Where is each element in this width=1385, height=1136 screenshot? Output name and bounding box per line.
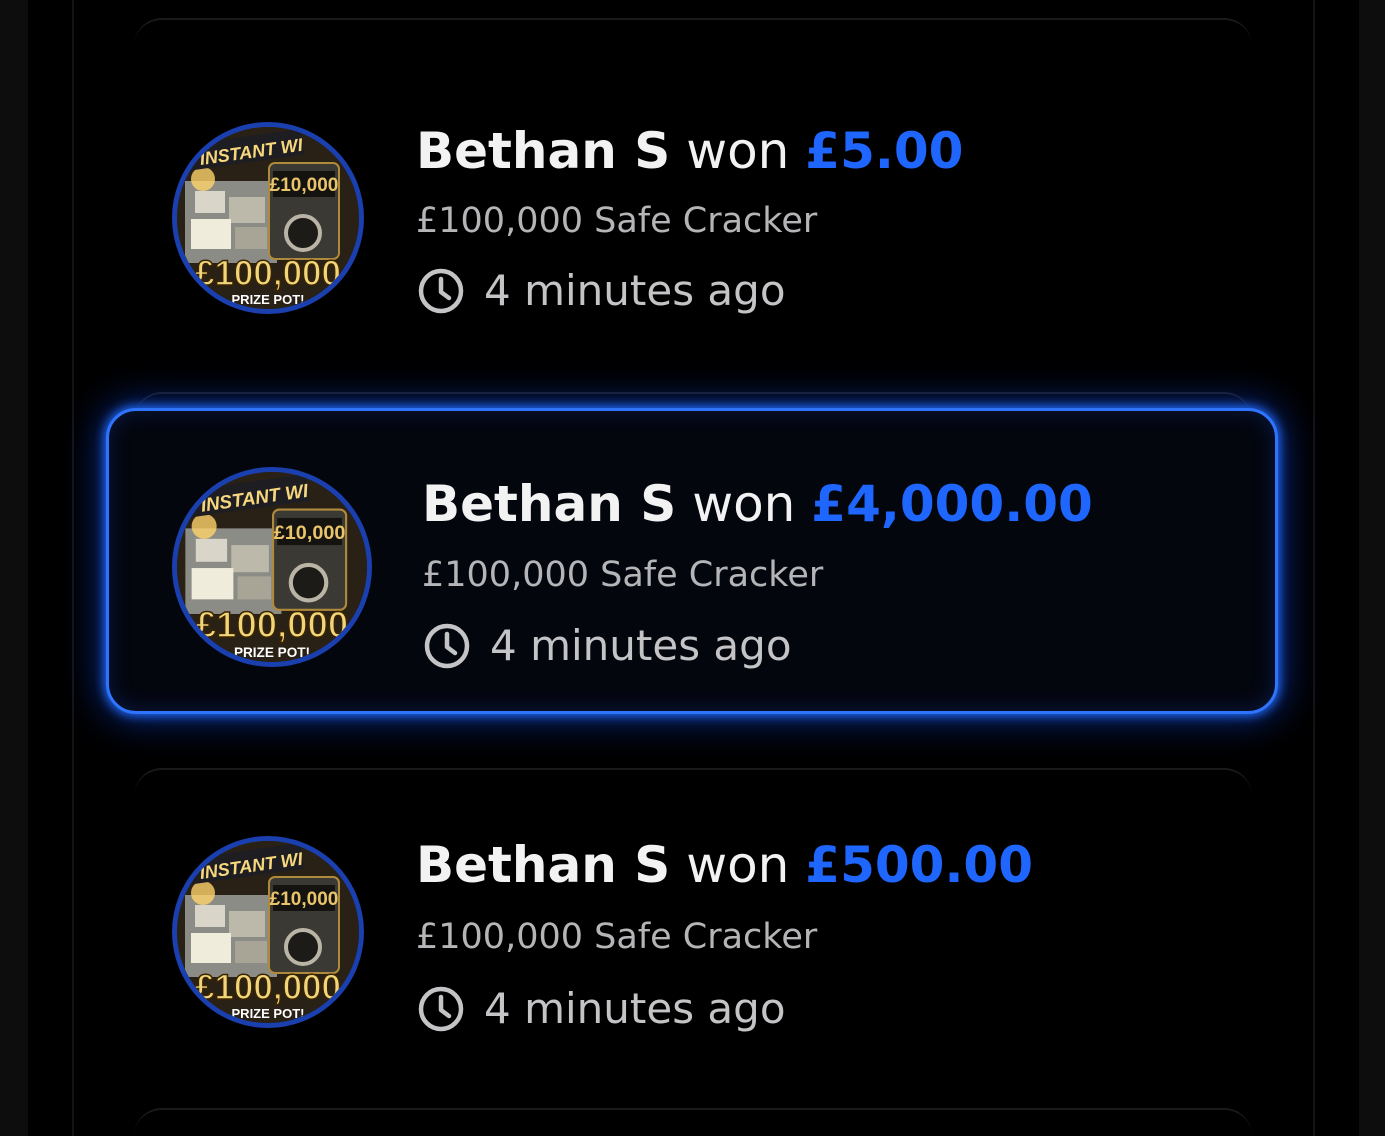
clock-icon bbox=[424, 623, 470, 669]
time-ago: 4 minutes ago bbox=[484, 266, 786, 315]
time-row: 4 minutes ago bbox=[422, 621, 792, 671]
winner-headline: Bethan S won £5.00 bbox=[416, 122, 963, 180]
time-ago: 4 minutes ago bbox=[490, 621, 792, 670]
recent-winners-page: £10,000 INSTANT WI £100,000 PRIZE POT! B… bbox=[0, 0, 1385, 1136]
winner-headline: Bethan S won £4,000.00 bbox=[422, 475, 1093, 533]
thumbnail-top-prize: £10,000 bbox=[270, 175, 339, 196]
thumbnail-pot: £100,000 bbox=[195, 968, 341, 1007]
won-label: won bbox=[686, 836, 790, 894]
thumbnail-pot-label: PRIZE POT! bbox=[232, 1006, 305, 1021]
win-amount: £4,000.00 bbox=[811, 475, 1093, 533]
thumbnail-top-prize: £10,000 bbox=[270, 889, 339, 910]
won-label: won bbox=[692, 475, 796, 533]
winner-headline: Bethan S won £500.00 bbox=[416, 836, 1033, 894]
clock-icon bbox=[418, 986, 464, 1032]
game-title: £100,000 Safe Cracker bbox=[416, 201, 818, 241]
won-label: won bbox=[686, 122, 790, 180]
winner-name: Bethan S bbox=[416, 122, 671, 180]
game-thumbnail-image: £10,000 INSTANT WI £100,000 PRIZE POT! bbox=[172, 122, 364, 314]
card-top-edge bbox=[134, 1108, 1252, 1136]
game-thumbnail-image: £10,000 INSTANT WI £100,000 PRIZE POT! bbox=[172, 467, 372, 667]
winner-name: Bethan S bbox=[422, 475, 677, 533]
game-title: £100,000 Safe Cracker bbox=[416, 917, 818, 957]
time-row: 4 minutes ago bbox=[416, 266, 786, 316]
winner-feed-item-highlighted[interactable]: £10,000 INSTANT WI £100,000 PRIZE POT! B… bbox=[106, 408, 1278, 714]
time-ago: 4 minutes ago bbox=[484, 984, 786, 1033]
card-top-edge bbox=[134, 18, 1252, 58]
feed-frame-left-border bbox=[72, 0, 74, 1136]
thumbnail-pot-label: PRIZE POT! bbox=[232, 292, 305, 307]
winner-feed-item[interactable]: £10,000 INSTANT WI £100,000 PRIZE POT! B… bbox=[106, 780, 1278, 1086]
thumbnail-pot: £100,000 bbox=[195, 254, 341, 293]
right-gutter bbox=[1359, 0, 1385, 1136]
clock-icon bbox=[418, 268, 464, 314]
left-gutter bbox=[0, 0, 28, 1136]
win-amount: £500.00 bbox=[805, 836, 1034, 894]
game-title: £100,000 Safe Cracker bbox=[422, 555, 824, 595]
thumbnail-top-prize: £10,000 bbox=[274, 522, 346, 544]
game-thumbnail-image: £10,000 INSTANT WI £100,000 PRIZE POT! bbox=[172, 836, 364, 1028]
win-amount: £5.00 bbox=[805, 122, 964, 180]
time-row: 4 minutes ago bbox=[416, 984, 786, 1034]
thumbnail-pot-label: PRIZE POT! bbox=[234, 645, 310, 660]
winner-feed-item[interactable]: £10,000 INSTANT WI £100,000 PRIZE POT! B… bbox=[106, 66, 1278, 372]
thumbnail-pot: £100,000 bbox=[196, 604, 348, 645]
feed-frame-right-border bbox=[1313, 0, 1315, 1136]
winner-name: Bethan S bbox=[416, 836, 671, 894]
